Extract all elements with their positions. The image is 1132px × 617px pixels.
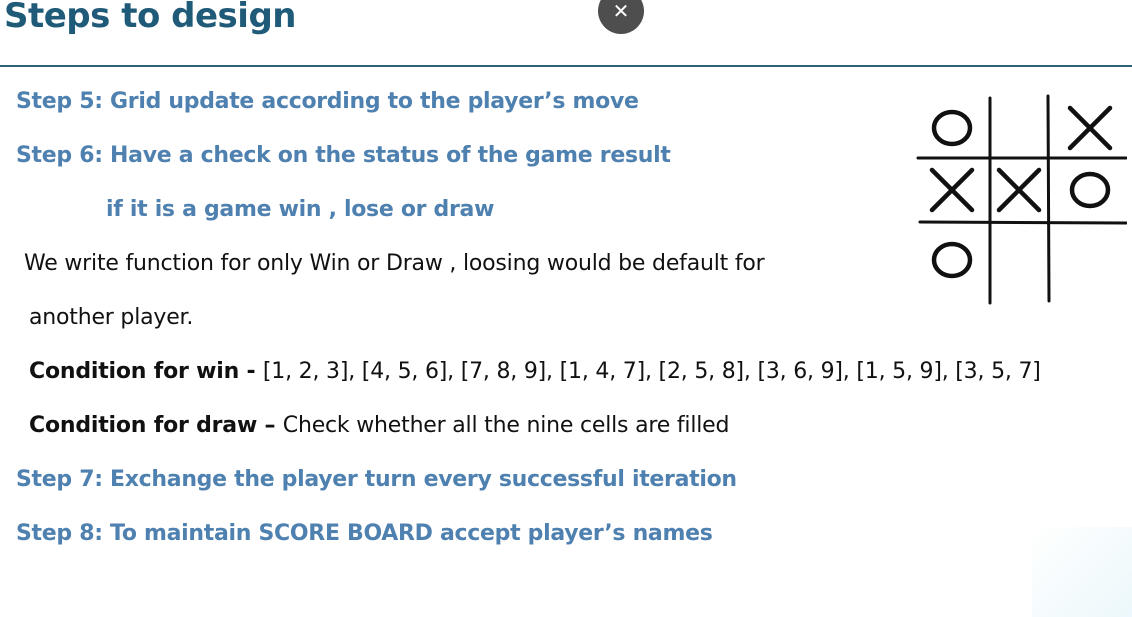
close-icon[interactable]: ✕ [613,0,630,23]
slide-title: Steps to design [4,0,297,36]
draw-condition: Condition for draw – Check whether all t… [29,413,729,438]
tic-tac-toe-board [916,94,1127,305]
step-6: Step 6: Have a check on the status of th… [16,143,671,168]
background-glow [1032,527,1132,617]
note-line-1: We write function for only Win or Draw ,… [24,251,765,276]
draw-condition-value: Check whether all the nine cells are fil… [282,413,730,438]
win-condition-label: Condition for win - [29,359,263,384]
win-condition: Condition for win - [1, 2, 3], [4, 5, 6]… [29,359,1041,384]
note-line-2: another player. [29,305,194,330]
x-mark [1067,105,1113,151]
title-divider [0,65,1132,67]
draw-condition-label: Condition for draw – [29,413,283,438]
win-condition-value: [1, 2, 3], [4, 5, 6], [7, 8, 9], [1, 4, … [262,359,1041,384]
step-7: Step 7: Exchange the player turn every s… [16,467,737,492]
x-mark [996,167,1042,213]
o-mark [1069,171,1111,209]
step-6-subline: if it is a game win , lose or draw [106,197,495,222]
o-mark [931,109,973,147]
step-8: Step 8: To maintain SCORE BOARD accept p… [16,521,713,546]
grid-line-horizontal-2 [918,220,1127,225]
o-mark [931,241,973,279]
step-5: Step 5: Grid update according to the pla… [16,89,639,114]
x-mark [929,167,975,213]
close-button[interactable]: ✕ [598,0,644,34]
grid-line-vertical-2 [1046,94,1051,303]
